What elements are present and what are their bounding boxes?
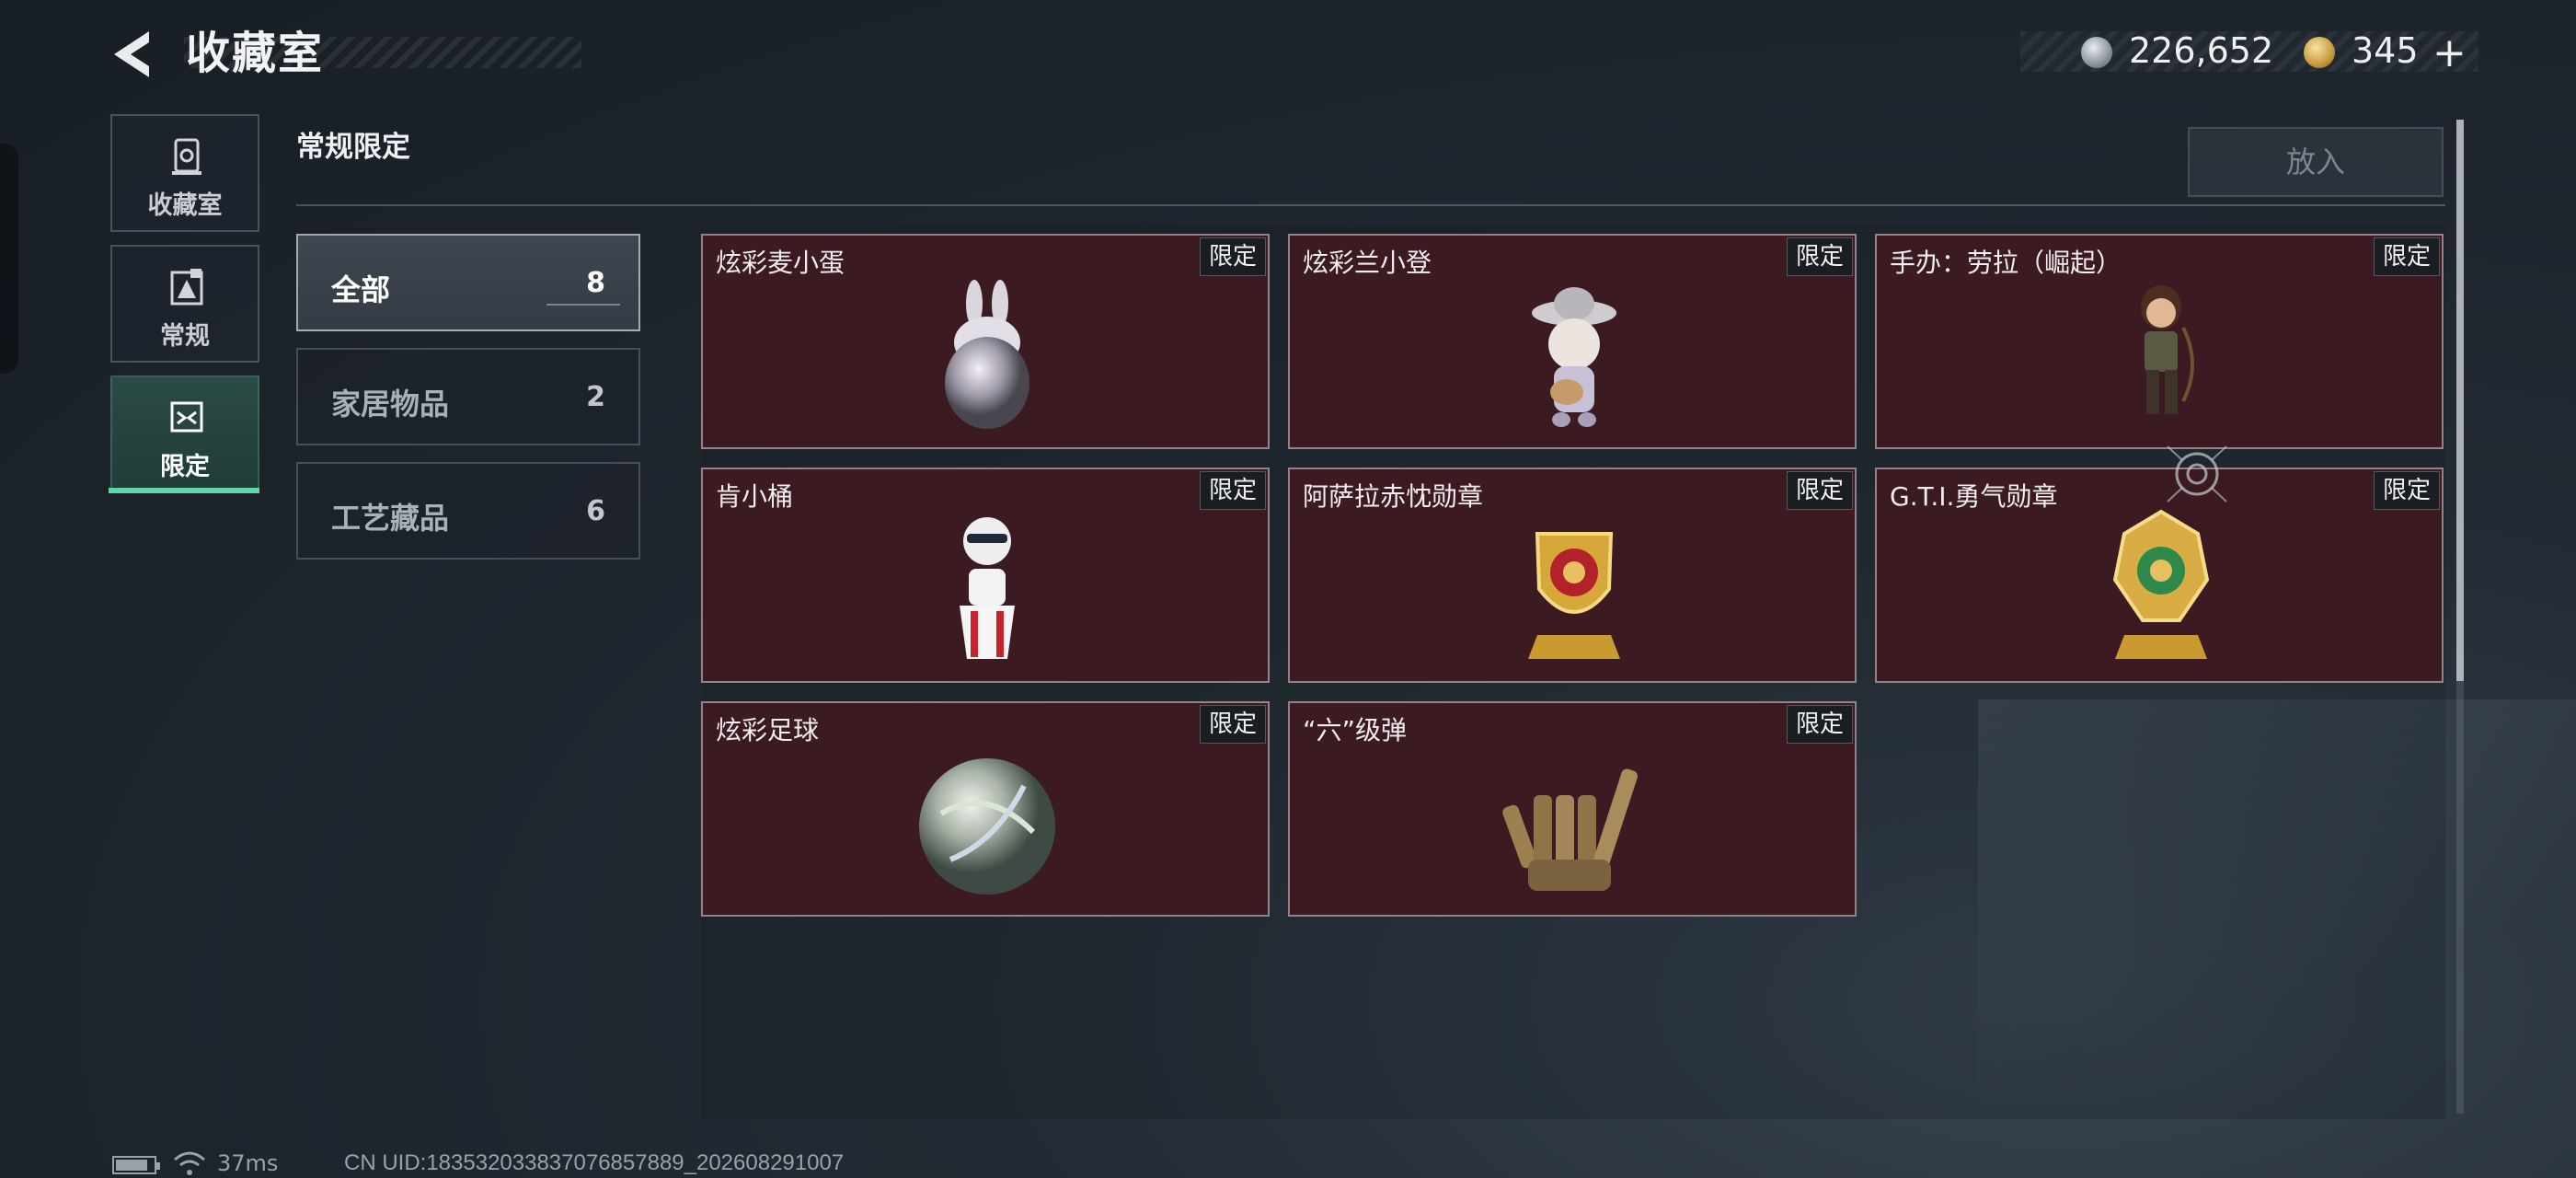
limited-tag: 限定 xyxy=(2374,471,2440,510)
screen-edge-notch xyxy=(0,144,18,374)
limited-tag: 限定 xyxy=(1200,237,1266,276)
item-card[interactable]: 阿萨拉赤忱勋章 限定 xyxy=(1288,468,1857,683)
limited-icon xyxy=(170,401,203,433)
category-count: 8 xyxy=(586,267,605,299)
category-count: 6 xyxy=(586,495,605,527)
silver-coin-icon xyxy=(2081,37,2112,68)
collection-icon xyxy=(172,138,201,175)
category-label: 工艺藏品 xyxy=(331,501,450,536)
uid-text: CN UID:18353203383707685788​9_2026082910… xyxy=(344,1150,845,1175)
category-label: 全部 xyxy=(331,272,391,307)
item-card[interactable]: “六”级弹 限定 xyxy=(1288,701,1857,917)
red-gold-medal-icon xyxy=(1528,532,1620,659)
lara-figure-icon xyxy=(2141,285,2194,414)
limited-tag: 限定 xyxy=(1787,237,1853,276)
rail-label: 常规 xyxy=(160,322,210,351)
item-card[interactable]: 炫彩兰小登 限定 xyxy=(1288,234,1857,449)
status-bar: 37ms CN UID:18353203383707685788​9_20260… xyxy=(0,1147,2576,1178)
gold-coin-icon xyxy=(2304,37,2335,68)
kfc-bucket-figure-icon xyxy=(960,517,1015,659)
item-name: 肯小桶 xyxy=(716,481,794,512)
category-label: 家居物品 xyxy=(331,387,450,422)
section-title: 常规限定 xyxy=(296,131,410,164)
category-count: 2 xyxy=(586,381,605,413)
iridescent-ball-icon xyxy=(919,758,1055,895)
rail-label: 收藏室 xyxy=(147,191,223,220)
gold-currency-value: 345 xyxy=(2352,30,2419,71)
item-name: 炫彩麦小蛋 xyxy=(716,248,845,278)
limited-tag: 限定 xyxy=(1787,705,1853,744)
limited-tag: 限定 xyxy=(1787,471,1853,510)
category-all[interactable]: 全部 8 xyxy=(296,234,640,331)
scrollbar-thumb[interactable] xyxy=(2456,120,2464,681)
item-card[interactable]: G.T.I.勇气勋章 限定 xyxy=(1875,468,2444,683)
iridescent-bunny-egg-figure-icon xyxy=(945,280,1029,429)
item-name: G.T.I.勇气勋章 xyxy=(1890,481,2058,512)
item-card[interactable]: 炫彩足球 限定 xyxy=(701,701,1270,917)
rail-label: 限定 xyxy=(160,453,210,481)
item-card[interactable]: 肯小桶 限定 xyxy=(701,468,1270,683)
regular-icon xyxy=(170,269,203,306)
limited-tag: 限定 xyxy=(2374,237,2440,276)
ping-value: 37ms xyxy=(217,1150,279,1176)
currency-bar: 226,652 345 + xyxy=(2020,29,2478,76)
limited-tag: 限定 xyxy=(1200,471,1266,510)
category-home-items[interactable]: 家居物品 2 xyxy=(296,348,640,445)
silver-currency-value: 226,652 xyxy=(2129,30,2274,71)
item-name: 阿萨拉赤忱勋章 xyxy=(1303,481,1484,512)
item-name: “六”级弹 xyxy=(1303,715,1408,745)
page-title: 收藏室 xyxy=(186,28,325,79)
limited-tag: 限定 xyxy=(1200,705,1266,744)
battery-icon xyxy=(112,1156,160,1174)
item-card[interactable]: 炫彩麦小蛋 限定 xyxy=(701,234,1270,449)
category-underline xyxy=(546,304,620,306)
rail-item-regular[interactable]: 常规 xyxy=(110,245,259,363)
rail-item-collection[interactable]: 收藏室 xyxy=(110,114,259,232)
bullet-hand-sign-icon xyxy=(1502,768,1638,891)
item-card[interactable]: 手办：劳拉（崛起） 限定 xyxy=(1875,234,2444,449)
item-name: 炫彩兰小登 xyxy=(1303,248,1432,278)
sombrero-guitar-figure-icon xyxy=(1532,287,1616,427)
crosshair-icon xyxy=(2167,445,2227,502)
item-name: 炫彩足球 xyxy=(716,715,820,745)
green-gold-medal-icon xyxy=(2112,509,2210,659)
section-divider xyxy=(296,204,2445,206)
back-arrow-icon[interactable] xyxy=(109,28,160,81)
add-currency-button[interactable]: + xyxy=(2432,29,2467,76)
rail-active-indicator xyxy=(109,488,259,493)
rail-item-limited[interactable]: 限定 xyxy=(110,375,259,493)
wifi-icon xyxy=(174,1151,205,1175)
put-in-button[interactable]: 放入 xyxy=(2188,127,2444,197)
category-craft-collectibles[interactable]: 工艺藏品 6 xyxy=(296,462,640,560)
